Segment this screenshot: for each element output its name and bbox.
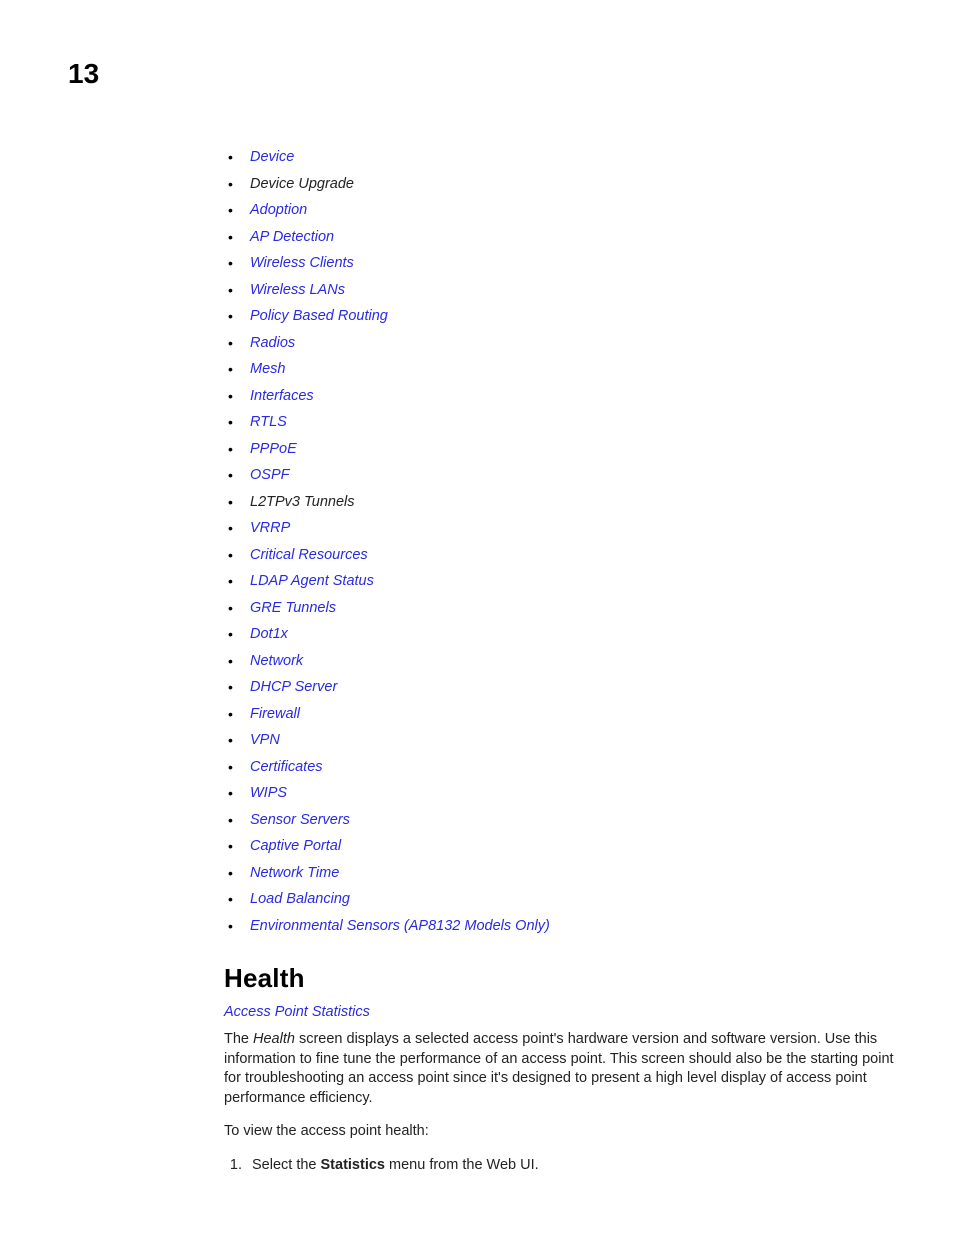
toc-link[interactable]: LDAP Agent Status (250, 573, 374, 589)
toc-link[interactable]: VPN (250, 732, 280, 748)
toc-item: Wireless Clients (224, 256, 902, 271)
toc-item: Load Balancing (224, 892, 902, 907)
toc-link[interactable]: Environmental Sensors (AP8132 Models Onl… (250, 918, 550, 934)
toc-link[interactable]: Captive Portal (250, 838, 341, 854)
toc-link[interactable]: Network Time (250, 865, 339, 881)
toc-item: PPPoE (224, 442, 902, 457)
toc-link[interactable]: Certificates (250, 759, 323, 775)
toc-link[interactable]: OSPF (250, 467, 289, 483)
toc-link[interactable]: Device (250, 149, 294, 165)
toc-item: VPN (224, 733, 902, 748)
toc-link[interactable]: RTLS (250, 414, 287, 430)
toc-link[interactable]: Adoption (250, 202, 307, 218)
toc-item: Adoption (224, 203, 902, 218)
toc-item: Network (224, 654, 902, 669)
text-fragment: Select the (252, 1157, 321, 1173)
toc-link[interactable]: Critical Resources (250, 547, 368, 563)
statistics-bold-word: Statistics (321, 1157, 385, 1173)
toc-item: Environmental Sensors (AP8132 Models Onl… (224, 919, 902, 934)
toc-link[interactable]: Network (250, 653, 303, 669)
toc-item: Certificates (224, 760, 902, 775)
toc-link[interactable]: Dot1x (250, 626, 288, 642)
toc-link[interactable]: WIPS (250, 785, 287, 801)
toc-link[interactable]: Mesh (250, 361, 285, 377)
section-heading-health: Health (224, 963, 902, 994)
toc-item: GRE Tunnels (224, 601, 902, 616)
toc-link[interactable]: Policy Based Routing (250, 308, 388, 324)
health-italic-word: Health (253, 1031, 295, 1047)
toc-link[interactable]: Load Balancing (250, 891, 350, 907)
toc-item: Device Upgrade (224, 177, 902, 192)
toc-item: Device (224, 150, 902, 165)
text-fragment: The (224, 1031, 253, 1047)
toc-item: Radios (224, 336, 902, 351)
toc-item: LDAP Agent Status (224, 574, 902, 589)
text-fragment: screen displays a selected access point'… (224, 1031, 894, 1106)
access-point-statistics-link[interactable]: Access Point Statistics (224, 1004, 902, 1020)
toc-link[interactable]: PPPoE (250, 441, 297, 457)
toc-link[interactable]: GRE Tunnels (250, 600, 336, 616)
toc-link[interactable]: Firewall (250, 706, 300, 722)
toc-link[interactable]: VRRP (250, 520, 290, 536)
toc-link[interactable]: Sensor Servers (250, 812, 350, 828)
toc-item: WIPS (224, 786, 902, 801)
toc-link[interactable]: Interfaces (250, 388, 314, 404)
toc-item: OSPF (224, 468, 902, 483)
page: 13 Device Device Upgrade Adoption AP Detect… (0, 0, 954, 1235)
text-fragment: menu from the Web UI. (385, 1157, 539, 1173)
toc-item: DHCP Server (224, 680, 902, 695)
toc-item: VRRP (224, 521, 902, 536)
toc-list: Device Device Upgrade Adoption AP Detection… (224, 150, 902, 933)
toc-item: AP Detection (224, 230, 902, 245)
toc-item: Interfaces (224, 389, 902, 404)
toc-link[interactable]: DHCP Server (250, 679, 337, 695)
toc-item: Captive Portal (224, 839, 902, 854)
toc-item: RTLS (224, 415, 902, 430)
step-1: Select the Statistics menu from the Web … (246, 1156, 902, 1176)
toc-item: Policy Based Routing (224, 309, 902, 324)
content-column: Device Device Upgrade Adoption AP Detection… (224, 150, 902, 1175)
toc-item: Mesh (224, 362, 902, 377)
toc-item: Sensor Servers (224, 813, 902, 828)
toc-item: Dot1x (224, 627, 902, 642)
page-number: 13 (68, 58, 902, 90)
toc-item: Critical Resources (224, 548, 902, 563)
toc-item: L2TPv3 Tunnels (224, 495, 902, 510)
toc-item: Network Time (224, 866, 902, 881)
toc-label: L2TPv3 Tunnels (250, 494, 355, 510)
toc-item: Wireless LANs (224, 283, 902, 298)
toc-link[interactable]: Wireless LANs (250, 282, 345, 298)
toc-item: Firewall (224, 707, 902, 722)
health-description-paragraph: The Health screen displays a selected ac… (224, 1030, 902, 1108)
toc-link[interactable]: AP Detection (250, 229, 334, 245)
toc-link[interactable]: Radios (250, 335, 295, 351)
steps-list: Select the Statistics menu from the Web … (224, 1156, 902, 1176)
instruction-paragraph: To view the access point health: (224, 1122, 902, 1142)
toc-label: Device Upgrade (250, 176, 354, 192)
toc-link[interactable]: Wireless Clients (250, 255, 354, 271)
